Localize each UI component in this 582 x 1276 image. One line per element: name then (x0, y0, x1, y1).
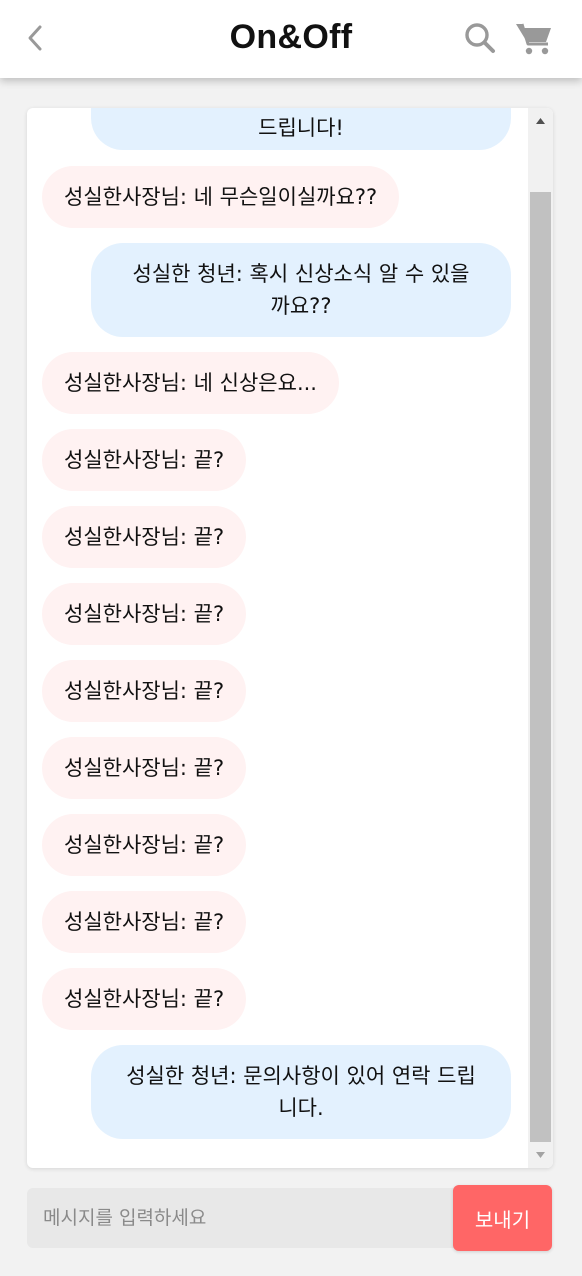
message-text: 성실한사장님: 끝? (64, 833, 225, 857)
message-list: 드립니다! 성실한사장님: 네 무슨일이실까요?? 성실한 청년: 혹시 신상소… (27, 108, 528, 1168)
message-bubble-other: 성실한사장님: 네 신상은요... (42, 352, 339, 414)
message-text: 성실한사장님: 끝? (64, 602, 225, 626)
message-text: 성실한사장님: 끝? (64, 525, 225, 549)
message-bubble-other: 성실한사장님: 끝? (42, 429, 247, 491)
message-bubble-other: 성실한사장님: 끝? (42, 814, 247, 876)
app-header: On&Off (0, 0, 582, 78)
message-text: 성실한사장님: 네 신상은요... (64, 371, 317, 395)
search-button[interactable] (462, 20, 498, 56)
chat-panel[interactable]: 드립니다! 성실한사장님: 네 무슨일이실까요?? 성실한 청년: 혹시 신상소… (27, 108, 553, 1168)
scroll-down-button[interactable] (528, 1142, 553, 1168)
cart-button[interactable] (514, 20, 554, 56)
search-icon (465, 23, 495, 53)
message-text: 성실한사장님: 네 무슨일이실까요?? (64, 185, 378, 209)
message-text: 성실한사장님: 끝? (64, 448, 225, 472)
message-bubble-me: 성실한 청년: 혹시 신상소식 알 수 있을까요?? (91, 243, 511, 337)
message-text: 성실한 청년: 문의사항이 있어 연락 드립니다. (126, 1064, 476, 1120)
message-bubble-other: 성실한사장님: 끝? (42, 506, 247, 568)
message-text: 성실한사장님: 끝? (64, 987, 225, 1011)
message-text: 성실한사장님: 끝? (64, 679, 225, 703)
send-button[interactable]: 보내기 (453, 1185, 552, 1251)
message-bubble-other: 성실한사장님: 네 무슨일이실까요?? (42, 166, 400, 228)
message-bubble-other: 성실한사장님: 끝? (42, 737, 247, 799)
triangle-down-icon (536, 1152, 545, 1158)
scroll-up-button[interactable] (528, 108, 553, 134)
message-bubble-other: 성실한사장님: 끝? (42, 968, 247, 1030)
message-bubble-me: 성실한 청년: 문의사항이 있어 연락 드립니다. (91, 1045, 511, 1139)
message-text: 성실한사장님: 끝? (64, 756, 225, 780)
chat-scrollbar[interactable] (528, 108, 553, 1168)
triangle-up-icon (536, 118, 545, 124)
message-bubble-me: 드립니다! (91, 108, 511, 150)
message-bubble-other: 성실한사장님: 끝? (42, 660, 247, 722)
message-bubble-other: 성실한사장님: 끝? (42, 891, 247, 953)
message-bubble-other: 성실한사장님: 끝? (42, 583, 247, 645)
message-text: 드립니다! (258, 116, 344, 140)
message-text: 성실한사장님: 끝? (64, 910, 225, 934)
message-text: 성실한 청년: 혹시 신상소식 알 수 있을까요?? (132, 262, 470, 318)
message-input[interactable] (27, 1188, 457, 1248)
cart-icon (516, 23, 551, 55)
scroll-thumb[interactable] (530, 192, 551, 1142)
